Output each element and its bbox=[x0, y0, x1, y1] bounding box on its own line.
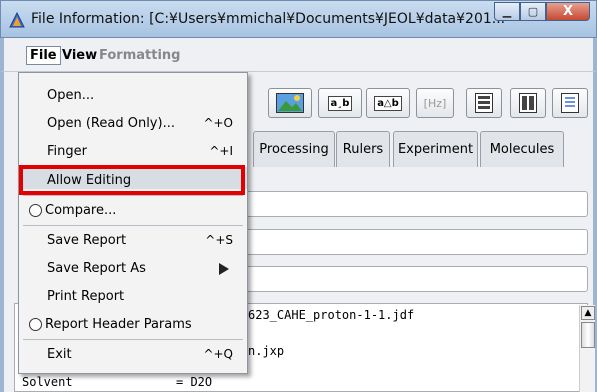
menu-item-label: Print Report bbox=[47, 289, 125, 304]
image-button[interactable] bbox=[268, 88, 312, 118]
menu-item-label: Compare... bbox=[45, 203, 117, 218]
field-3[interactable] bbox=[240, 266, 588, 292]
text-line-jxp: n.jxp bbox=[248, 344, 285, 358]
menu-item-report-header-params[interactable]: Report Header Params bbox=[19, 312, 247, 338]
menu-item-label: Save Report bbox=[47, 233, 127, 248]
list-view-button[interactable] bbox=[466, 88, 502, 118]
scroll-thumb[interactable] bbox=[581, 322, 595, 348]
title-bar[interactable]: File Information: [C:¥Users¥mmichal¥Docu… bbox=[0, 0, 597, 38]
text-solvent-value: = D2O bbox=[176, 375, 213, 389]
menu-item-label: Open (Read Only)... bbox=[47, 116, 175, 131]
document-icon bbox=[561, 93, 579, 113]
menu-separator bbox=[23, 225, 243, 226]
menu-item-label: Report Header Params bbox=[45, 317, 192, 332]
tab-experiment[interactable]: Experiment bbox=[393, 131, 478, 167]
text-line-filename: 623_CAHE_proton-1-1.jdf bbox=[248, 308, 415, 322]
shortcut-label: ^+I bbox=[209, 144, 233, 158]
grid-icon bbox=[519, 93, 537, 113]
text-view-button[interactable] bbox=[552, 88, 588, 118]
field-1[interactable] bbox=[240, 191, 588, 217]
menu-formatting[interactable]: Formatting bbox=[99, 48, 180, 63]
image-icon bbox=[276, 93, 304, 113]
menu-file[interactable]: File bbox=[26, 46, 61, 65]
menu-view[interactable]: View bbox=[62, 48, 97, 63]
close-button[interactable]: X bbox=[546, 2, 590, 21]
file-menu-dropdown: Open... Open (Read Only)... ^+O Finger ^… bbox=[18, 72, 248, 374]
shortcut-label: ^+S bbox=[205, 233, 233, 247]
menu-item-print-report[interactable]: Print Report bbox=[19, 284, 247, 310]
app-icon bbox=[9, 12, 25, 28]
tab-molecules[interactable]: Molecules bbox=[480, 131, 564, 167]
minimize-button[interactable]: ▁ bbox=[494, 2, 520, 21]
hz-button[interactable]: [Hz] bbox=[416, 88, 454, 118]
menu-item-compare[interactable]: Compare... bbox=[19, 198, 247, 224]
scroll-up-icon[interactable]: ▲ bbox=[581, 306, 595, 320]
maximize-button[interactable]: ▢ bbox=[520, 2, 546, 21]
submenu-arrow-icon bbox=[219, 263, 229, 275]
tab-rulers[interactable]: Rulers bbox=[336, 131, 390, 167]
menu-item-label: Save Report As bbox=[47, 261, 146, 276]
radio-icon bbox=[29, 318, 42, 331]
menu-separator bbox=[23, 195, 243, 196]
delta-label: a△b bbox=[374, 95, 402, 111]
shortcut-label: ^+Q bbox=[203, 347, 233, 361]
vertical-scrollbar[interactable]: ▲ bbox=[579, 305, 595, 392]
menu-item-open[interactable]: Open... bbox=[19, 83, 247, 109]
radio-icon bbox=[29, 204, 42, 217]
menu-item-label: Open... bbox=[47, 88, 95, 103]
menu-item-exit[interactable]: Exit ^+Q bbox=[19, 342, 247, 368]
abc-format-button[interactable]: a¸b bbox=[318, 88, 362, 118]
shortcut-label: ^+O bbox=[203, 116, 233, 130]
menu-item-label: Finger bbox=[47, 144, 87, 159]
menu-item-label: Exit bbox=[47, 347, 72, 362]
tab-processing[interactable]: Processing bbox=[253, 131, 335, 167]
highlight-box bbox=[19, 165, 245, 195]
delta-format-button[interactable]: a△b bbox=[366, 88, 410, 118]
grid-view-button[interactable] bbox=[510, 88, 546, 118]
list-icon bbox=[475, 93, 493, 113]
menu-item-save-report-as[interactable]: Save Report As bbox=[19, 256, 247, 282]
abc-label: a¸b bbox=[327, 95, 353, 111]
menu-item-save-report[interactable]: Save Report ^+S bbox=[19, 228, 247, 254]
window-title: File Information: [C:¥Users¥mmichal¥Docu… bbox=[31, 11, 506, 27]
menu-separator bbox=[23, 339, 243, 340]
menu-bar: File View Formatting bbox=[0, 38, 597, 72]
menu-item-finger[interactable]: Finger ^+I bbox=[19, 139, 247, 165]
field-2[interactable] bbox=[240, 229, 588, 255]
menu-item-open-read-only[interactable]: Open (Read Only)... ^+O bbox=[19, 111, 247, 137]
text-solvent-key: Solvent bbox=[22, 375, 73, 389]
